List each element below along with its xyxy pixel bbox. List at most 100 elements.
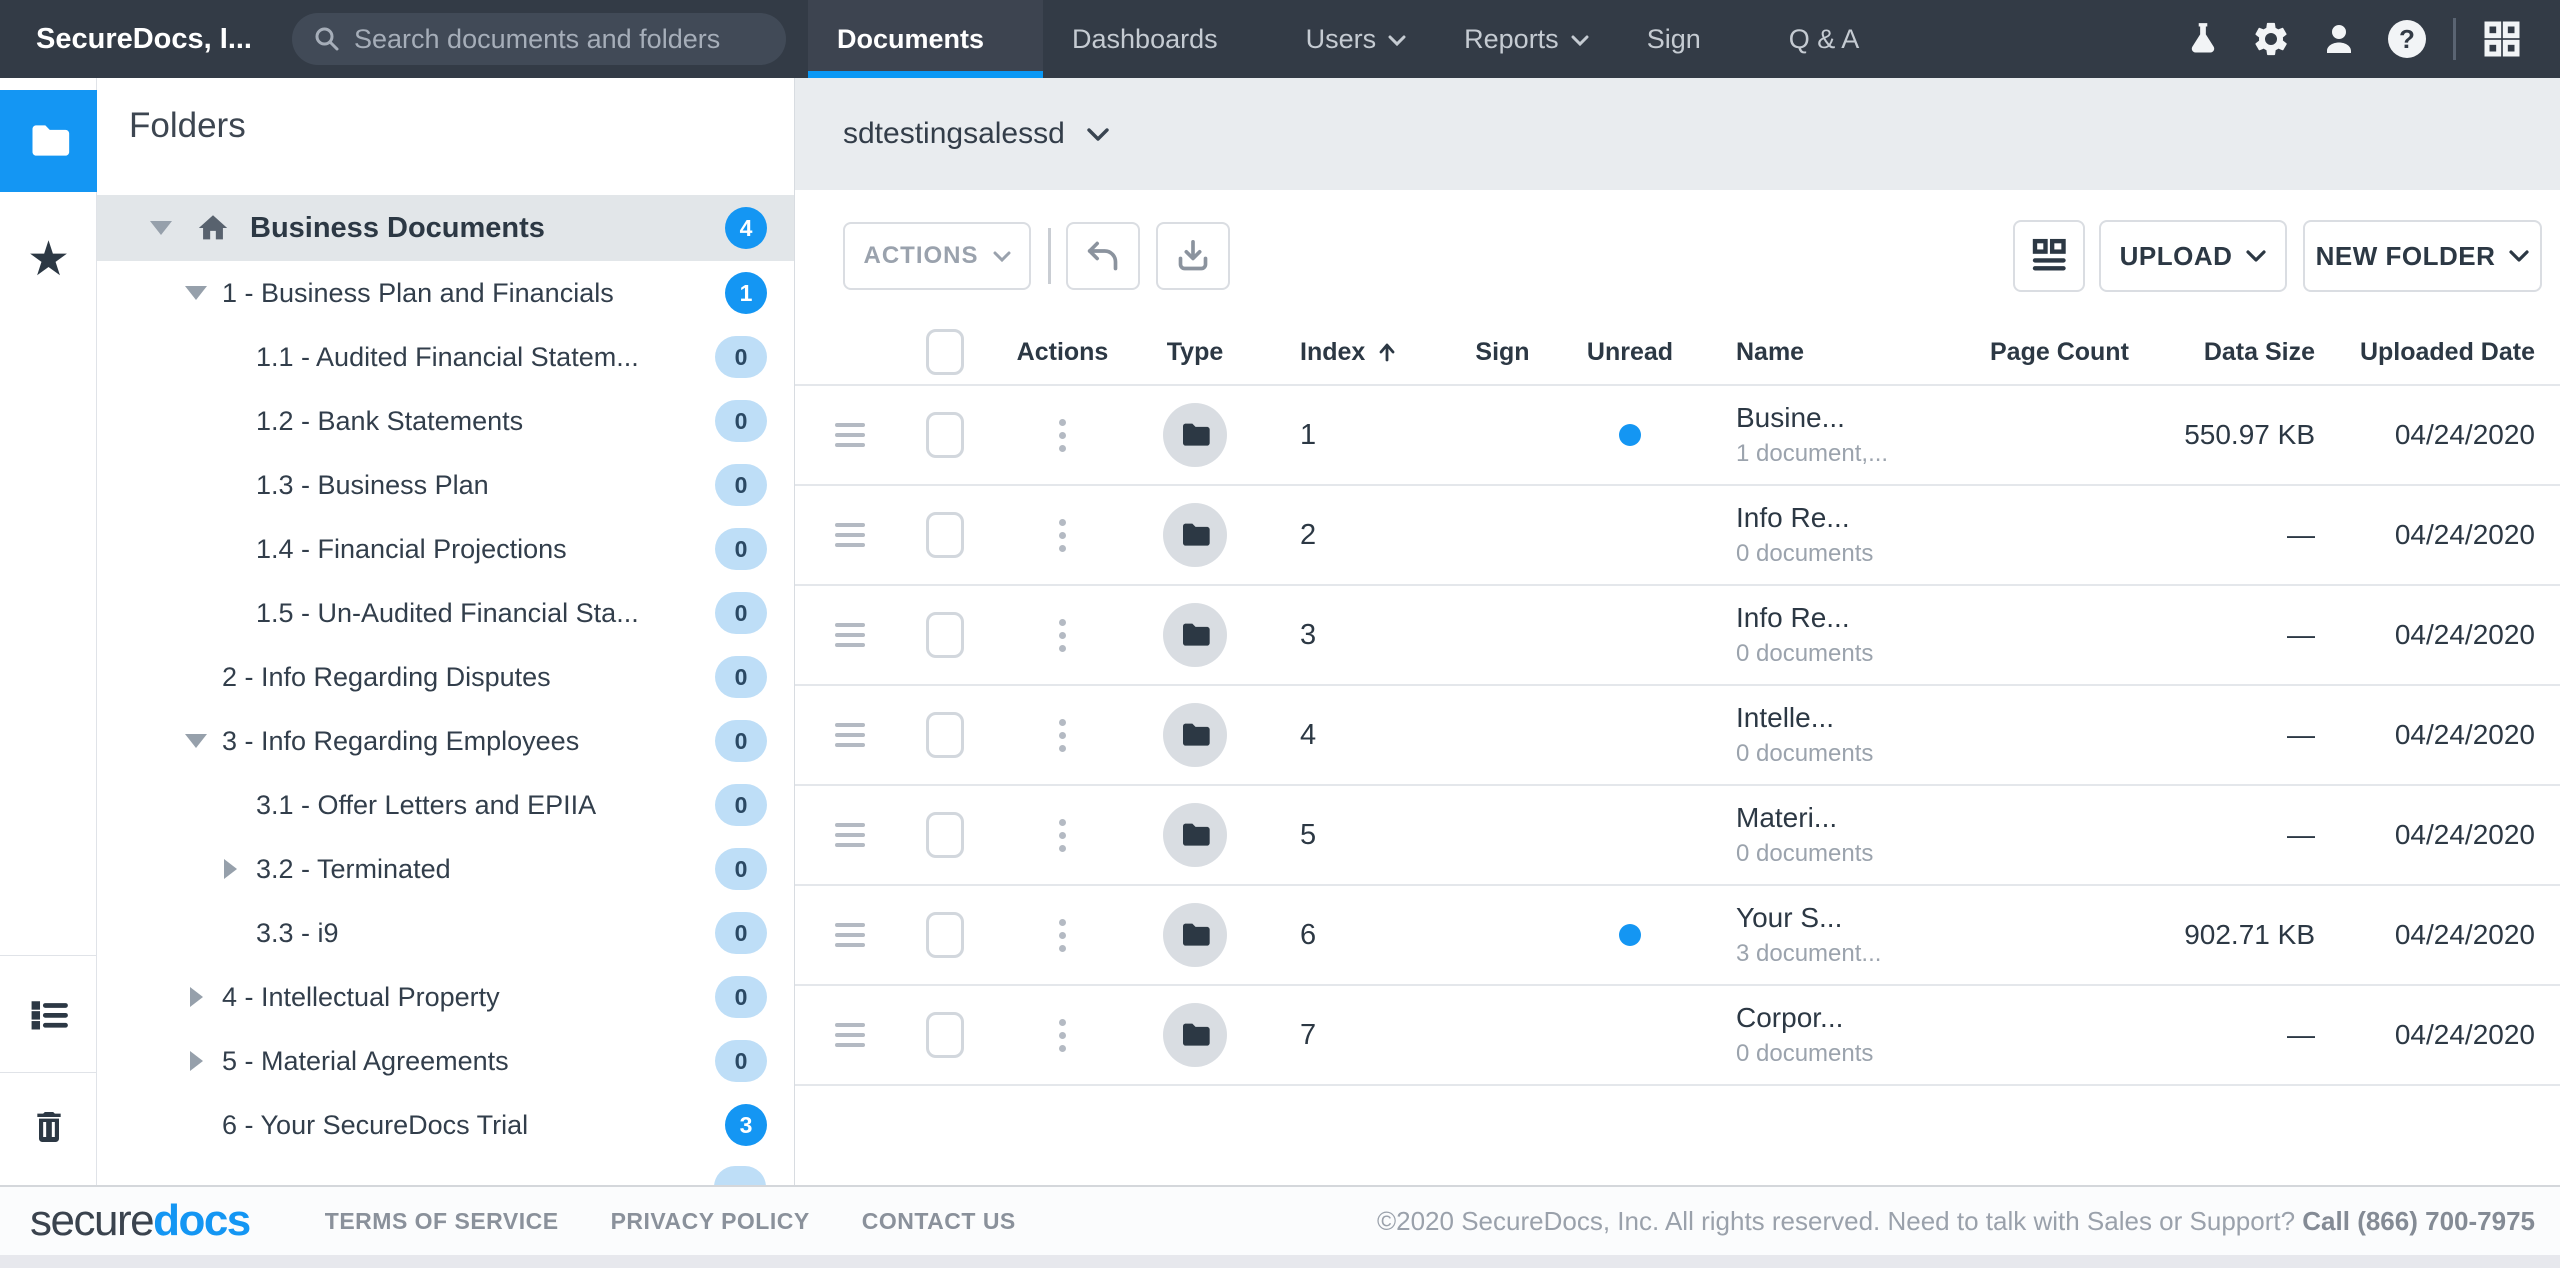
drag-handle-icon[interactable] [835,823,865,847]
tree-badge-partial [714,1166,766,1185]
column-header-name[interactable]: Name [1690,338,1965,367]
drag-handle-icon[interactable] [835,623,865,647]
workspace-dropdown[interactable]: sdtestingsalessd [843,117,1109,151]
row-checkbox[interactable] [926,712,964,758]
global-search[interactable] [292,13,786,65]
column-header-page-count[interactable]: Page Count [1965,338,2140,367]
rail-folders-icon[interactable] [0,90,97,192]
search-input[interactable] [354,24,754,55]
row-name: Busine... [1736,402,1845,434]
tree-item[interactable]: 3.3 - i9 0 [97,901,795,965]
drag-handle-icon[interactable] [835,923,865,947]
nav-tab-label: Dashboards [1072,24,1218,55]
row-checkbox[interactable] [926,812,964,858]
nav-tab[interactable]: Reports [1435,0,1618,78]
tree-item[interactable]: 5 - Material Agreements 0 [97,1029,795,1093]
folder-type-icon [1163,503,1227,567]
expander-triangle-icon[interactable] [184,1049,208,1073]
tree-item-label: 1.2 - Bank Statements [256,406,523,437]
user-icon[interactable] [2305,0,2373,78]
table-row[interactable]: 7 Corpor... 0 documents — 04/24/2020 [795,986,2560,1086]
footer-link[interactable]: PRIVACY POLICY [611,1208,810,1235]
view-toggle-button[interactable] [2013,220,2085,292]
top-navbar: SecureDocs, I... Documents Dashboards Us… [0,0,2560,78]
column-header-type[interactable]: Type [1140,338,1250,367]
actions-button[interactable]: ACTIONS [843,222,1031,290]
expand-triangle-icon[interactable] [150,221,172,235]
drag-handle-icon[interactable] [835,423,865,447]
tree-item[interactable]: 3 - Info Regarding Employees 0 [97,709,795,773]
drag-handle-icon[interactable] [835,523,865,547]
row-checkbox[interactable] [926,412,964,458]
tree-item[interactable]: 4 - Intellectual Property 0 [97,965,795,1029]
select-all-checkbox[interactable] [926,329,964,375]
nav-tab[interactable]: Sign [1618,0,1760,78]
tree-root-business-documents[interactable]: Business Documents 4 [97,195,795,261]
column-header-uploaded-date[interactable]: Uploaded Date [2315,338,2560,367]
drag-handle-icon[interactable] [835,1023,865,1047]
new-folder-button[interactable]: NEW FOLDER [2303,220,2542,292]
column-header-actions[interactable]: Actions [985,338,1140,367]
rail-trash-icon[interactable] [0,1092,97,1162]
app-brand: SecureDocs, I... [36,23,252,56]
column-header-unread[interactable]: Unread [1570,338,1690,367]
table-row[interactable]: 4 Intelle... 0 documents — 04/24/2020 [795,686,2560,786]
tree-item[interactable]: 3.2 - Terminated 0 [97,837,795,901]
column-header-data-size[interactable]: Data Size [2140,338,2315,367]
nav-tab[interactable]: Users [1277,0,1436,78]
column-header-sign[interactable]: Sign [1435,338,1570,367]
row-index: 4 [1300,719,1316,752]
undo-button[interactable] [1066,222,1140,290]
tree-item[interactable]: 1.2 - Bank Statements 0 [97,389,795,453]
row-actions-menu-icon[interactable] [1059,719,1066,752]
table-row[interactable]: 5 Materi... 0 documents — 04/24/2020 [795,786,2560,886]
tree-item[interactable]: 1.3 - Business Plan 0 [97,453,795,517]
tree-item[interactable]: 3.1 - Offer Letters and EPIIA 0 [97,773,795,837]
table-row[interactable]: 1 Busine... 1 document,... 550.97 KB 04/… [795,386,2560,486]
nav-tab[interactable]: Q & A [1760,0,1919,78]
tree-item[interactable]: 1.5 - Un-Audited Financial Sta... 0 [97,581,795,645]
table-row[interactable]: 2 Info Re... 0 documents — 04/24/2020 [795,486,2560,586]
tree-item[interactable]: 2 - Info Regarding Disputes 0 [97,645,795,709]
row-actions-menu-icon[interactable] [1059,519,1066,552]
tree-item[interactable]: 1.1 - Audited Financial Statem... 0 [97,325,795,389]
row-data-size: — [2287,819,2315,851]
row-actions-menu-icon[interactable] [1059,419,1066,452]
row-checkbox[interactable] [926,512,964,558]
row-actions-menu-icon[interactable] [1059,919,1066,952]
footer-link[interactable]: CONTACT US [862,1208,1016,1235]
sign-cell [1435,586,1570,684]
settings-gear-icon[interactable] [2237,0,2305,78]
table-row[interactable]: 3 Info Re... 0 documents — 04/24/2020 [795,586,2560,686]
tree-item[interactable]: 6 - Your SecureDocs Trial 3 [97,1093,795,1157]
apps-grid-icon[interactable] [2468,0,2536,78]
nav-tab[interactable]: Dashboards [1043,0,1277,78]
row-doc-count: 0 documents [1736,640,1873,668]
expander-triangle-icon[interactable] [218,857,242,881]
row-checkbox[interactable] [926,912,964,958]
help-icon[interactable]: ? [2373,0,2441,78]
nav-tab[interactable]: Documents [808,0,1043,78]
row-checkbox[interactable] [926,1012,964,1058]
download-button[interactable] [1156,222,1230,290]
expander-triangle-icon[interactable] [184,729,208,753]
expander-triangle-icon[interactable] [184,985,208,1009]
tree-item[interactable]: 1.4 - Financial Projections 0 [97,517,795,581]
row-actions-menu-icon[interactable] [1059,1019,1066,1052]
support-phone: Call (866) 700-7975 [2302,1206,2535,1236]
upload-button[interactable]: UPLOAD [2099,220,2287,292]
nav-tab-label: Documents [837,24,984,55]
row-actions-menu-icon[interactable] [1059,619,1066,652]
column-header-index[interactable]: Index [1250,338,1435,367]
row-actions-menu-icon[interactable] [1059,819,1066,852]
row-checkbox[interactable] [926,612,964,658]
rail-index-list-icon[interactable] [0,980,97,1050]
drag-handle-icon[interactable] [835,723,865,747]
tree-item[interactable]: 1 - Business Plan and Financials 1 [97,261,795,325]
rail-favorites-icon[interactable]: ★ [0,224,97,294]
row-index: 7 [1300,1019,1316,1052]
expander-triangle-icon[interactable] [184,281,208,305]
table-row[interactable]: 6 Your S... 3 document... 902.71 KB 04/2… [795,886,2560,986]
footer-link[interactable]: TERMS OF SERVICE [325,1208,559,1235]
lab-flask-icon[interactable] [2169,0,2237,78]
